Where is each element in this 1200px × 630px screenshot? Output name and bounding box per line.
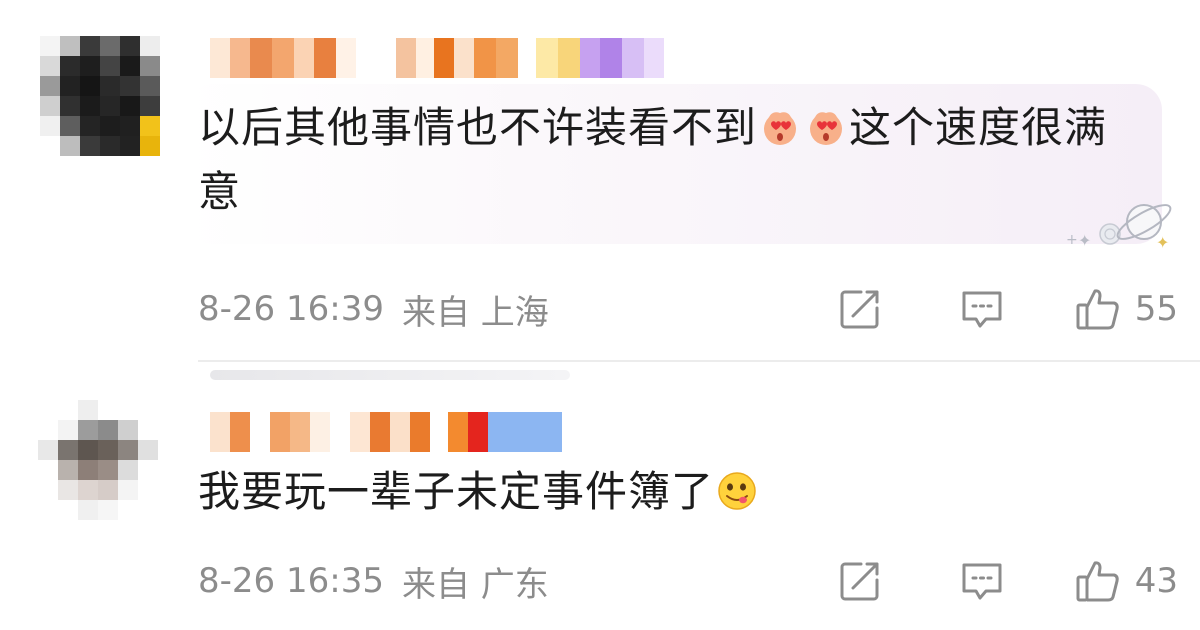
like-count: 43 <box>1134 561 1178 601</box>
comment-item: 以后其他事情也不许装看不到 这个速度很满意 + ✦ ✦ 8-26 16:39 来… <box>0 0 1200 360</box>
comment-time: 8-26 16:39 <box>198 289 384 329</box>
avatar[interactable] <box>40 36 160 156</box>
planet-decoration-icon: + ✦ ✦ <box>1066 204 1172 252</box>
like-count: 55 <box>1134 289 1178 329</box>
comment-actions: 43 <box>837 556 1178 606</box>
nickname[interactable] <box>210 412 562 452</box>
comment-location: 来自 上海 <box>401 292 549 333</box>
comment-meta: 8-26 16:39 来自 上海 55 <box>198 284 1178 334</box>
avatar[interactable] <box>38 400 158 520</box>
comment-meta: 8-26 16:35 来自 广东 43 <box>198 556 1178 606</box>
share-icon[interactable] <box>837 286 883 332</box>
svg-text:+: + <box>1066 232 1078 248</box>
share-icon[interactable] <box>837 558 883 604</box>
comment-text: 我要玩一辈子未定事件簿了 <box>198 460 760 524</box>
reply-comment-icon[interactable] <box>959 558 1005 604</box>
love-eyes-emoji <box>810 112 843 145</box>
comment-actions: 55 <box>837 284 1178 334</box>
comment-item: 我要玩一辈子未定事件簿了 8-26 16:35 来自 广东 43 <box>0 362 1200 630</box>
comment-text-part1: 以后其他事情也不许装看不到 <box>198 103 758 152</box>
comment-text-part1: 我要玩一辈子未定事件簿了 <box>198 467 715 516</box>
svg-text:✦: ✦ <box>1156 233 1169 252</box>
comment-text: 以后其他事情也不许装看不到 这个速度很满意 <box>198 96 1138 224</box>
love-eyes-emoji <box>764 112 797 145</box>
thumbs-up-icon[interactable] <box>1075 286 1121 332</box>
comment-time: 8-26 16:35 <box>198 561 384 601</box>
svg-text:✦: ✦ <box>1078 231 1091 250</box>
comment-location: 来自 广东 <box>401 564 549 605</box>
yummy-face-emoji <box>718 472 756 510</box>
reply-comment-icon[interactable] <box>959 286 1005 332</box>
thumbs-up-icon[interactable] <box>1075 558 1121 604</box>
nickname[interactable] <box>210 38 664 78</box>
